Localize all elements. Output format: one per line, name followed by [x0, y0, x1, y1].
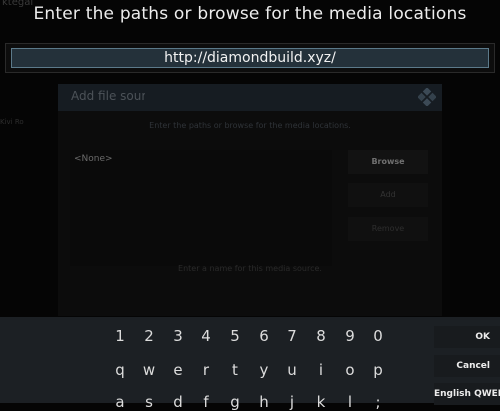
keyboard-panel: 1 2 3 4 5 6 7 8 9 0 q w e r t y u i o p … — [0, 317, 500, 411]
key-l[interactable]: l — [337, 393, 363, 411]
key-y[interactable]: y — [251, 361, 277, 379]
key-f[interactable]: f — [193, 393, 219, 411]
key-5[interactable]: 5 — [222, 327, 248, 345]
kodi-logo-icon — [418, 88, 436, 106]
dialog-header: Add file source — [58, 84, 442, 111]
key-w[interactable]: w — [136, 361, 162, 379]
key-e[interactable]: e — [165, 361, 191, 379]
keyboard-layout-button[interactable]: English QWERTY — [434, 383, 500, 405]
key-3[interactable]: 3 — [165, 327, 191, 345]
key-semicolon[interactable]: ; — [365, 393, 391, 411]
source-path-item[interactable]: <None> — [74, 154, 113, 164]
add-button[interactable]: Add — [348, 183, 428, 207]
dialog-subtitle: Enter the paths or browse for the media … — [149, 121, 351, 130]
url-input[interactable]: http://diamondbuild.xyz/ — [11, 48, 489, 68]
add-file-source-dialog: Add file source Enter the paths or brows… — [58, 84, 442, 316]
key-h[interactable]: h — [251, 393, 277, 411]
key-4[interactable]: 4 — [193, 327, 219, 345]
key-u[interactable]: u — [279, 361, 305, 379]
remove-button[interactable]: Remove — [348, 217, 428, 241]
dialog-title: Add file source — [71, 89, 145, 103]
source-name-hint: Enter a name for this media source. — [178, 264, 322, 273]
key-q[interactable]: q — [107, 361, 133, 379]
key-7[interactable]: 7 — [279, 327, 305, 345]
key-s[interactable]: s — [136, 393, 162, 411]
key-d[interactable]: d — [165, 393, 191, 411]
cancel-button[interactable]: Cancel — [434, 355, 500, 377]
key-2[interactable]: 2 — [136, 327, 162, 345]
key-6[interactable]: 6 — [251, 327, 277, 345]
source-path-list[interactable]: <None> — [70, 150, 332, 266]
key-8[interactable]: 8 — [308, 327, 334, 345]
keyboard-heading: Enter the paths or browse for the media … — [33, 4, 467, 24]
ok-button[interactable]: OK — [434, 326, 500, 348]
key-o[interactable]: o — [337, 361, 363, 379]
key-g[interactable]: g — [222, 393, 248, 411]
key-i[interactable]: i — [308, 361, 334, 379]
key-p[interactable]: p — [365, 361, 391, 379]
background-sidebar-label: Kivi Ro — [0, 118, 24, 126]
key-r[interactable]: r — [193, 361, 219, 379]
browse-button[interactable]: Browse — [348, 150, 428, 174]
key-0[interactable]: 0 — [365, 327, 391, 345]
url-input-frame: http://diamondbuild.xyz/ — [5, 43, 495, 73]
key-9[interactable]: 9 — [337, 327, 363, 345]
key-1[interactable]: 1 — [107, 327, 133, 345]
key-t[interactable]: t — [222, 361, 248, 379]
key-k[interactable]: k — [308, 393, 334, 411]
key-j[interactable]: j — [279, 393, 305, 411]
key-a[interactable]: a — [107, 393, 133, 411]
